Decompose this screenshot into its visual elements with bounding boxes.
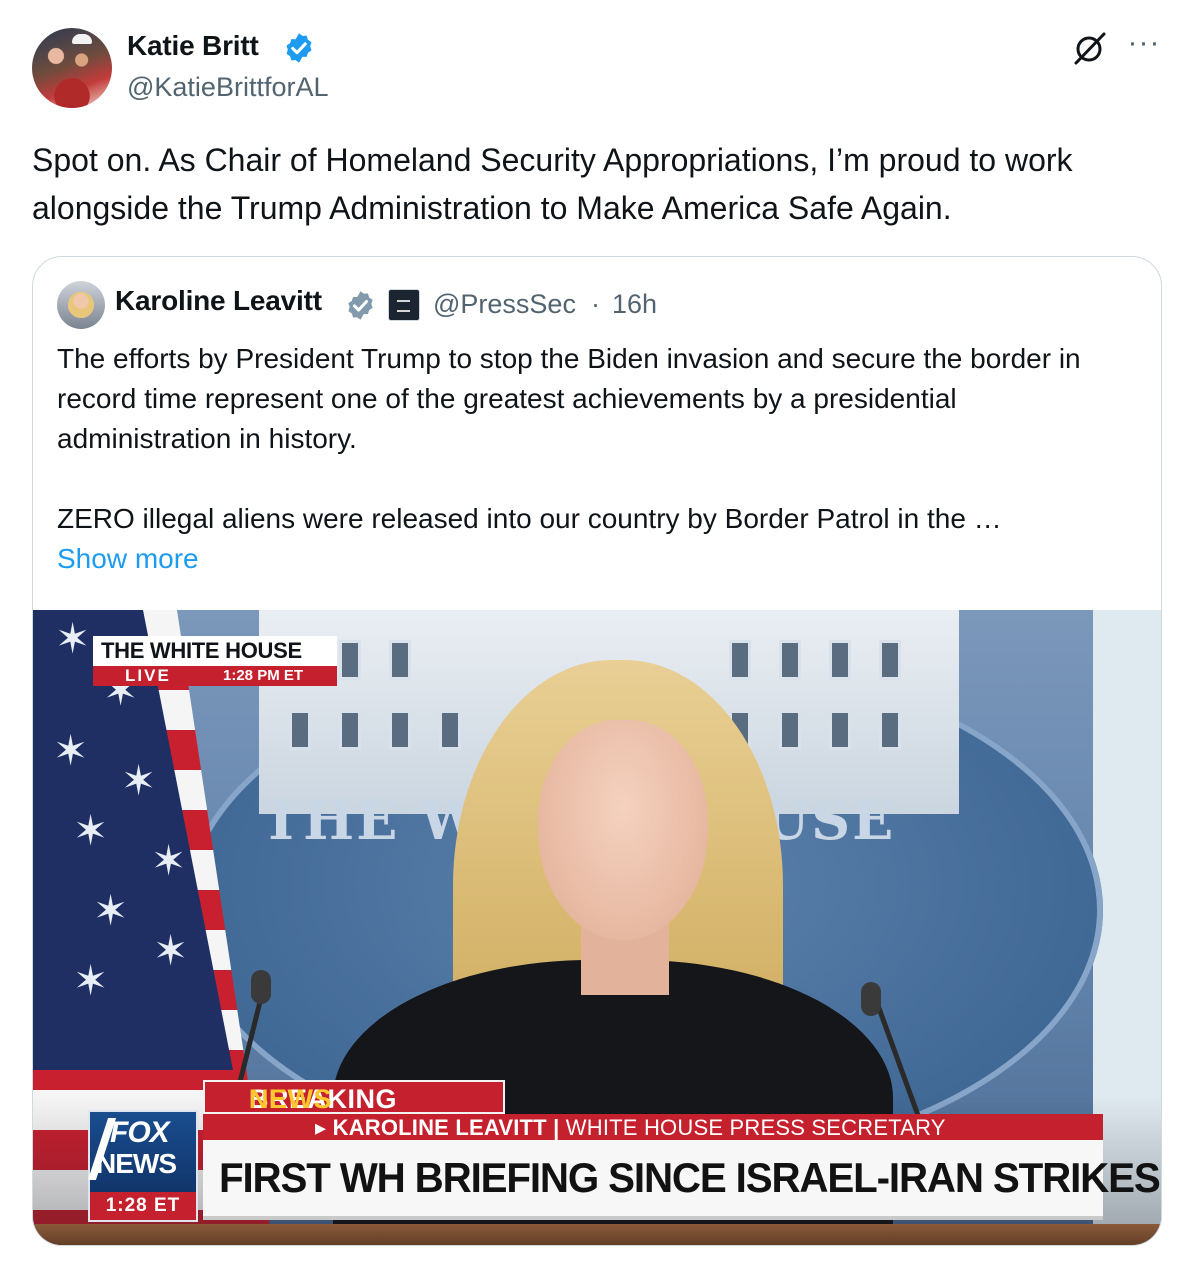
seal-text-left: THE W: [261, 788, 483, 852]
author-name[interactable]: Katie Britt: [127, 30, 259, 62]
white-house-live-bug: THE WHITE HOUSE LIVE 1:28 PM ET: [93, 636, 337, 686]
podium-edge: [33, 1224, 1161, 1245]
bug-live: LIVE: [125, 666, 171, 685]
author-avatar[interactable]: [32, 28, 112, 108]
logo-news: NEWS: [96, 1148, 177, 1179]
logo-time: 1:28 ET: [90, 1192, 196, 1220]
white-house-affiliation-icon[interactable]: [388, 289, 420, 321]
quoted-author-name[interactable]: Karoline Leavitt: [115, 285, 322, 317]
quoted-tweet-text: The efforts by President Trump to stop t…: [57, 343, 1081, 534]
verified-badge-icon: [286, 33, 312, 63]
chyron-headline: FIRST WH BRIEFING SINCE ISRAEL-IRAN STRI…: [219, 1154, 1161, 1201]
show-more-link[interactable]: Show more: [57, 539, 199, 579]
chyron-title: WHITE HOUSE PRESS SECRETARY: [565, 1115, 946, 1140]
chyron-name: KAROLINE LEAVITT: [332, 1115, 547, 1140]
quoted-author-avatar[interactable]: [57, 281, 105, 329]
bug-title: THE WHITE HOUSE: [101, 638, 302, 663]
speaker-face: [538, 720, 708, 940]
quoted-author-handle[interactable]: @PressSec: [433, 289, 576, 320]
meta-separator: ·: [591, 289, 600, 319]
grok-icon[interactable]: [1070, 28, 1110, 68]
gray-verified-badge-icon: [348, 291, 373, 320]
quoted-tweet-media-image[interactable]: THE W OUSE ✶ ✶ ✶ ✶ ✶ ✶ ✶ ✶ ✶ THE WHITE H…: [33, 610, 1161, 1245]
bug-time: 1:28 PM ET: [223, 667, 304, 684]
logo-fox: FOX: [110, 1116, 170, 1149]
news-word: NEWS: [249, 1084, 332, 1114]
name-chyron: ▸ KAROLINE LEAVITT | WHITE HOUSE PRESS S…: [203, 1114, 1103, 1140]
tweet-text: Spot on. As Chair of Homeland Security A…: [32, 142, 1073, 226]
breaking-news-banner: BREAKING NEWS: [203, 1080, 505, 1114]
author-handle[interactable]: @KatieBrittforAL: [127, 72, 329, 103]
headline-chyron: FIRST WH BRIEFING SINCE ISRAEL-IRAN STRI…: [203, 1140, 1161, 1220]
quoted-tweet-time[interactable]: 16h: [612, 289, 657, 320]
more-icon[interactable]: ···: [1124, 28, 1164, 60]
fox-news-logo: FOX NEWS 1:28 ET: [87, 1110, 198, 1222]
quoted-tweet-card[interactable]: Karoline Leavitt @PressSec · 16h The eff…: [32, 256, 1162, 1246]
